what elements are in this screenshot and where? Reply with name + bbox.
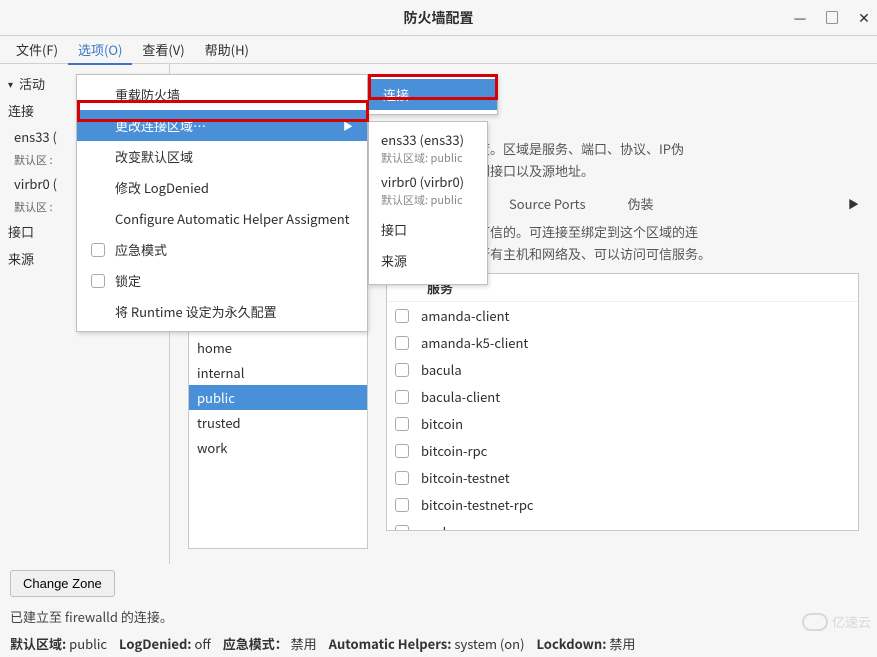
menu-change-logdenied[interactable]: 修改 LogDenied [77,172,367,203]
menu-reload-firewall[interactable]: 重载防火墙 [77,79,367,110]
zone-item-home[interactable]: home [189,335,367,360]
menu-configure-automatic-helper[interactable]: Configure Automatic Helper Assigment [77,203,367,234]
menu-change-default-zone[interactable]: 改变默认区域 [77,141,367,172]
service-row[interactable]: bitcoin-testnet-rpc [387,491,858,518]
service-row[interactable]: bacula [387,356,858,383]
service-row[interactable]: bacula-client [387,383,858,410]
service-label: bacula [421,360,462,379]
service-checkbox[interactable] [395,525,409,532]
cloud-icon [802,613,828,631]
service-checkbox[interactable] [395,471,409,485]
menu-view[interactable]: 查看(V) [132,36,194,63]
service-checkbox[interactable] [395,498,409,512]
service-row[interactable]: bitcoin-testnet [387,464,858,491]
submenu-conn-ens33[interactable]: ens33 (ens33) 默认区域: public [381,130,475,166]
service-label: bitcoin-testnet [421,468,510,487]
chevron-down-icon: ▾ [8,76,13,91]
zone-item-internal[interactable]: internal [189,360,367,385]
zone-item-public[interactable]: public [189,385,367,410]
titlebar: 防火墙配置 — □ ✕ [0,0,877,36]
zones-list[interactable]: externalhomeinternalpublictrustedwork [188,309,368,549]
zone-item-trusted[interactable]: trusted [189,410,367,435]
menu-lockdown[interactable]: 锁定 [77,265,367,296]
service-label: ceph [421,522,450,531]
service-label: amanda-k5-client [421,333,528,352]
service-label: bitcoin-rpc [421,441,487,460]
menu-panic-mode[interactable]: 应急模式 [77,234,367,265]
menu-file[interactable]: 文件(F) [6,36,68,63]
service-row[interactable]: amanda-client [387,302,858,329]
service-row[interactable]: bitcoin [387,410,858,437]
submenu-conn-virbr0[interactable]: virbr0 (virbr0) 默认区域: public [381,172,475,208]
service-row[interactable]: amanda-k5-client [387,329,858,356]
menu-runtime-to-permanent[interactable]: 将 Runtime 设定为永久配置 [77,296,367,327]
service-label: bitcoin [421,414,463,433]
menu-change-zone-of-connections[interactable]: 更改连接区域… ▶ [77,110,367,141]
service-checkbox[interactable] [395,309,409,323]
service-label: bacula-client [421,387,500,406]
submenu-sources[interactable]: 来源 [381,245,475,276]
options-menu: 重载防火墙 更改连接区域… ▶ 改变默认区域 修改 LogDenied Conf… [76,74,368,332]
change-zone-wrap: Change Zone [0,564,877,603]
status-bar-connection: 已建立至 firewalld 的连接。 [0,603,877,630]
service-label: bitcoin-testnet-rpc [421,495,534,514]
zone-item-work[interactable]: work [189,435,367,460]
service-row[interactable]: bitcoin-rpc [387,437,858,464]
close-button[interactable]: ✕ [857,8,871,28]
watermark: 亿速云 [802,612,871,631]
connections-submenu: ens33 (ens33) 默认区域: public virbr0 (virbr… [368,121,488,285]
minimize-button[interactable]: — [793,8,807,28]
checkbox-icon [91,243,105,257]
tab-source-ports[interactable]: Source Ports [509,194,586,213]
menu-help[interactable]: 帮助(H) [195,36,259,63]
service-checkbox[interactable] [395,417,409,431]
service-label: amanda-client [421,306,509,325]
service-checkbox[interactable] [395,336,409,350]
change-zone-submenu: 连接 ▶ [368,74,498,115]
expander-label: 活动 [19,74,45,93]
menubar: 文件(F) 选项(O) 查看(V) 帮助(H) [0,36,877,64]
change-zone-button[interactable]: Change Zone [10,570,115,597]
window-title: 防火墙配置 [404,8,474,28]
service-checkbox[interactable] [395,390,409,404]
service-checkbox[interactable] [395,363,409,377]
service-checkbox[interactable] [395,444,409,458]
tabs-scroll-right-icon[interactable]: ▶ [848,196,859,212]
maximize-button[interactable]: □ [825,8,839,28]
menu-options[interactable]: 选项(O) [68,36,132,65]
status-bar-summary: 默认区域: public LogDenied: off 应急模式： 禁用 Aut… [0,630,877,657]
service-row[interactable]: ceph [387,518,858,531]
checkbox-icon [91,274,105,288]
submenu-interfaces[interactable]: 接口 [381,214,475,245]
window-buttons: — □ ✕ [793,0,871,36]
services-list[interactable]: 服务 amanda-clientamanda-k5-clientbaculaba… [386,273,859,531]
submenu-connections[interactable]: 连接 ▶ [369,79,497,110]
submenu-arrow-icon: ▶ [343,118,353,133]
tab-masquerading[interactable]: 伪装 [628,194,654,213]
